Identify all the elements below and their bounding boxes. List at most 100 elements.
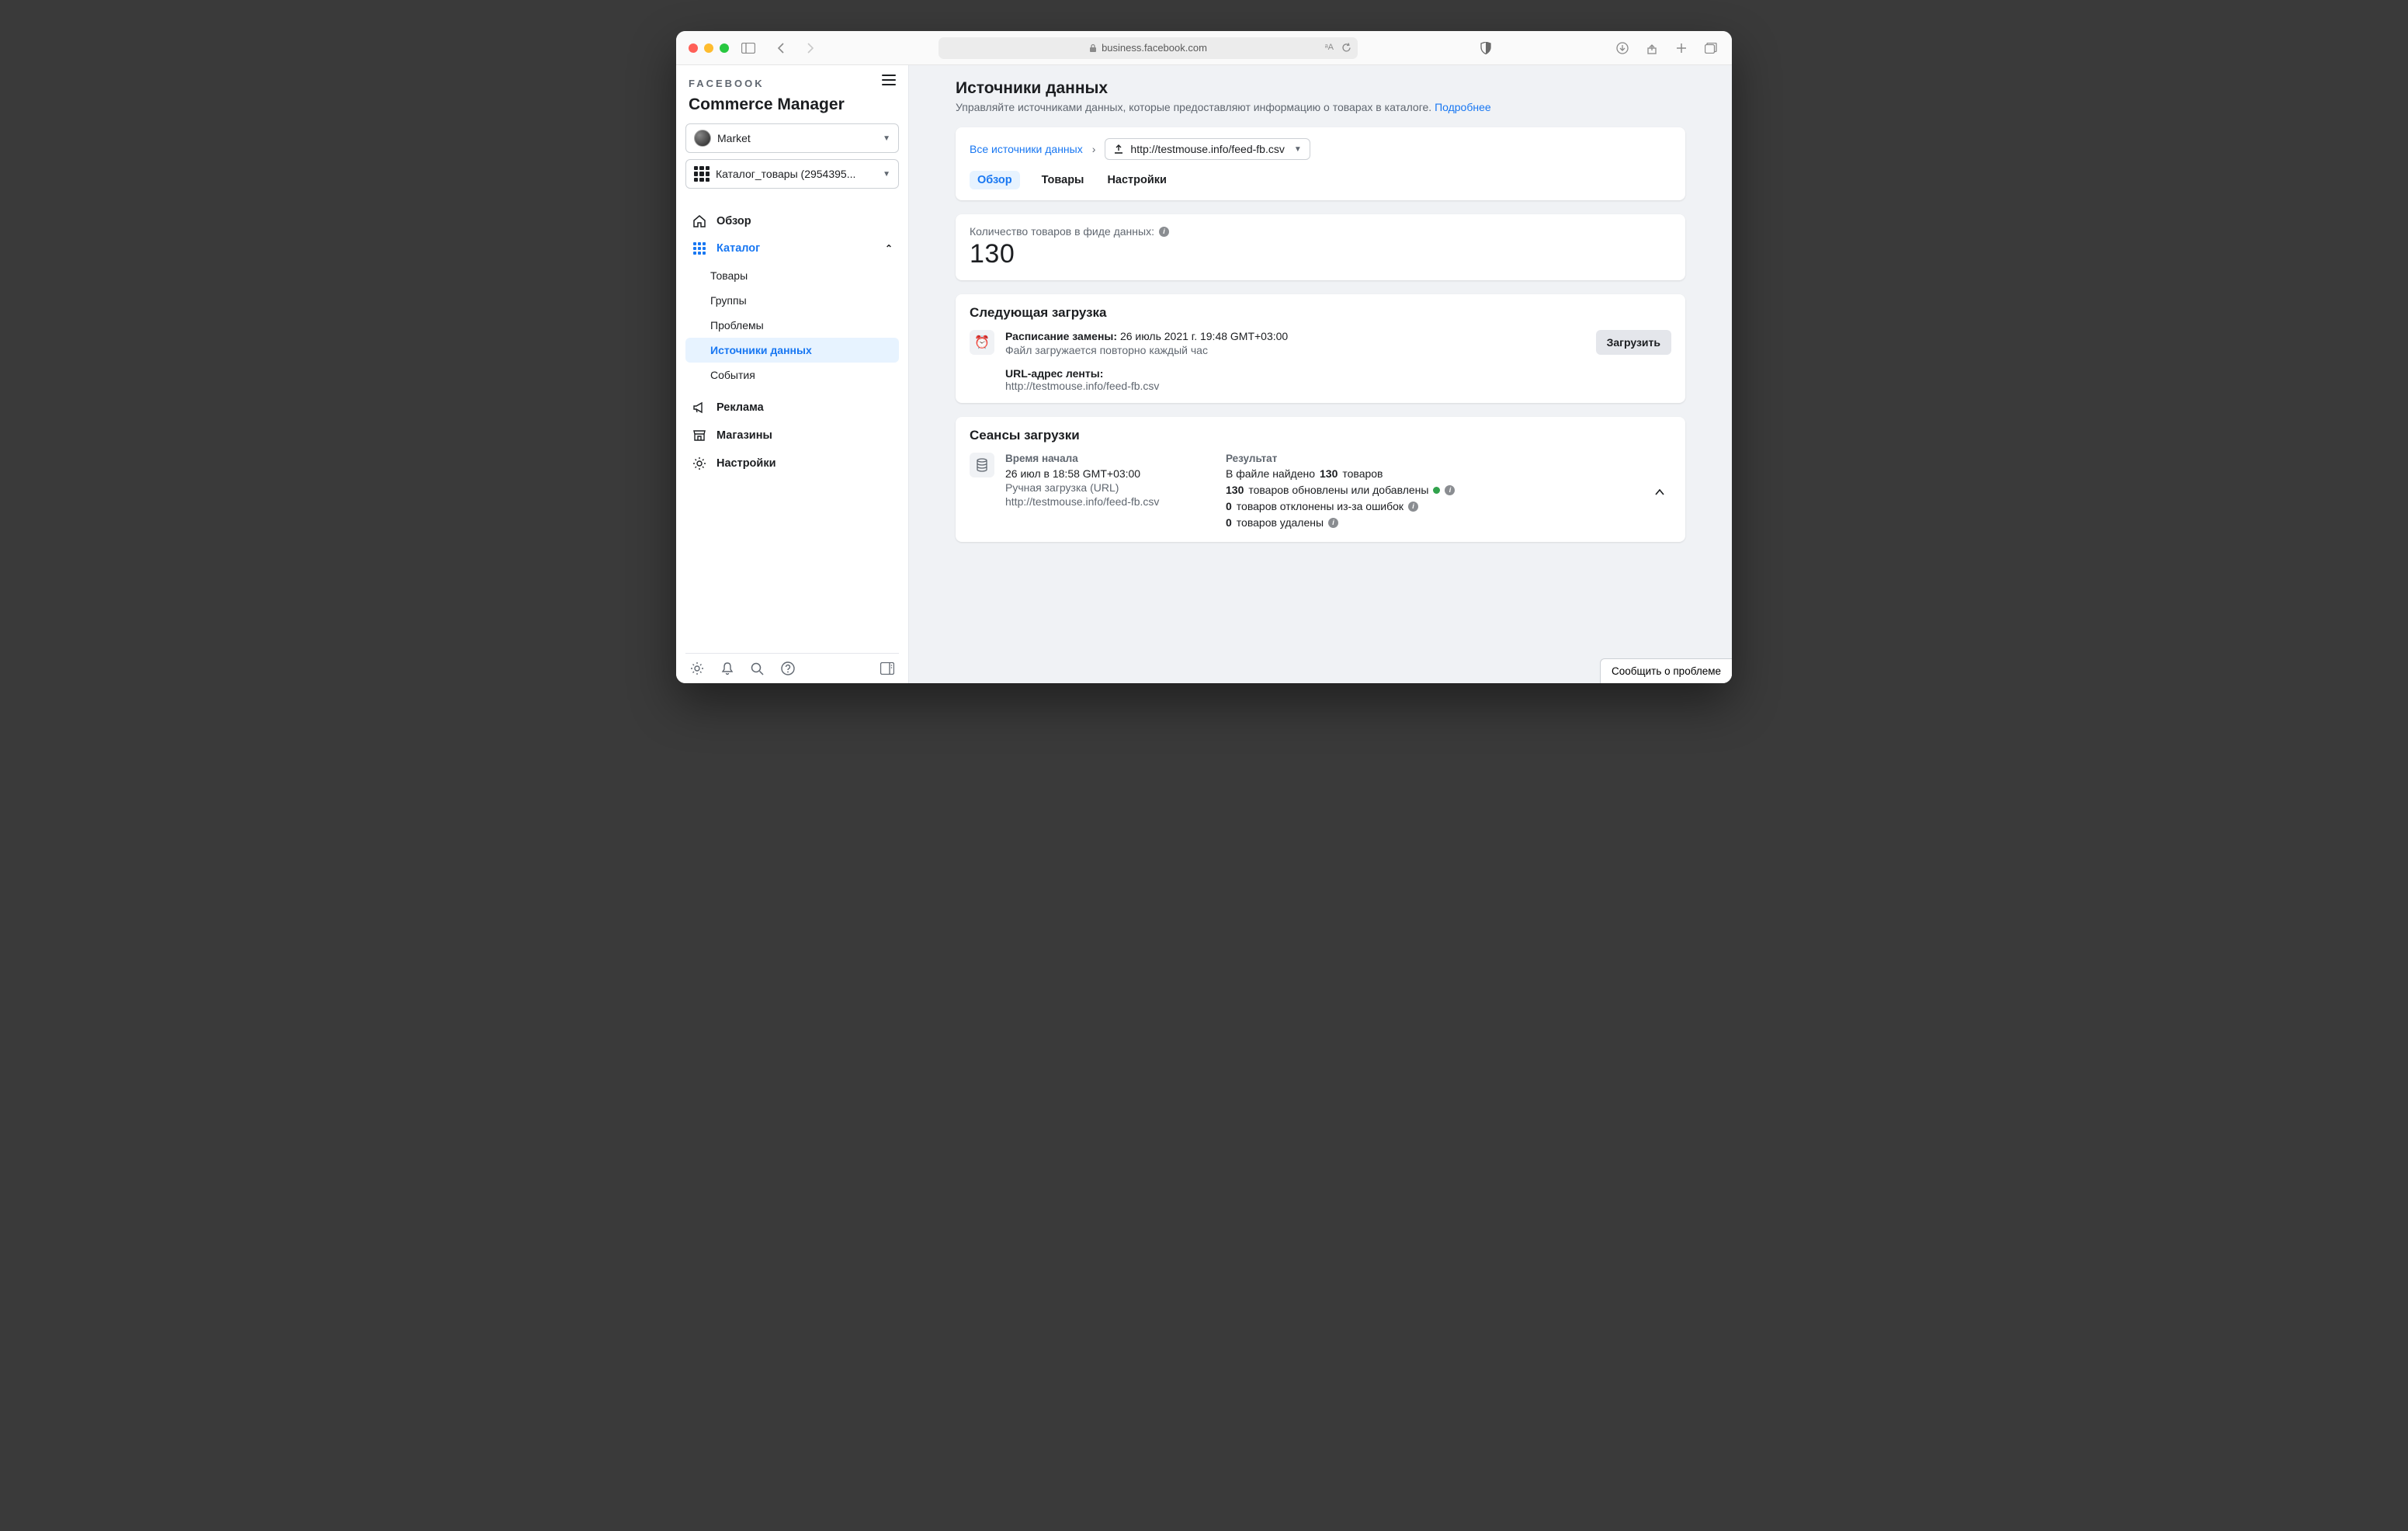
catalog-selector[interactable]: Каталог_товары (2954395... ▼ [685,159,899,189]
schedule-value: 26 июль 2021 г. 19:48 GMT+03:00 [1120,330,1288,342]
gear-icon [692,457,707,470]
grid-icon [692,242,707,255]
sidebar-toggle-icon[interactable] [740,40,757,57]
footer-panel-icon[interactable] [880,662,894,675]
chevron-right-icon: › [1092,143,1096,155]
tab-overview[interactable]: Обзор [970,171,1020,189]
sidebar-label: Настройки [717,457,776,470]
window-controls[interactable] [689,43,729,53]
menu-icon[interactable] [882,75,896,85]
share-icon[interactable] [1643,40,1660,57]
upload-icon [1113,144,1124,154]
nav-arrows [772,40,819,57]
learn-more-link[interactable]: Подробнее [1435,101,1491,113]
info-icon[interactable]: i [1328,518,1338,528]
sidebar-label: Обзор [717,215,751,227]
caret-down-icon: ▼ [883,170,890,179]
chevron-up-icon: ⌃ [885,243,893,254]
catalog-submenu: Товары Группы Проблемы Источники данных … [685,263,899,387]
lock-icon [1089,43,1097,53]
megaphone-icon [692,401,707,415]
new-tab-icon[interactable] [1673,40,1690,57]
breadcrumb-all-sources[interactable]: Все источники данных [970,143,1083,155]
metric-label: Количество товаров в фиде данных: i [970,225,1671,238]
result-rejected: 0 товаров отклонены из-за ошибок i [1226,500,1637,512]
upload-frequency: Файл загружается повторно каждый час [1005,344,1585,356]
tab-settings[interactable]: Настройки [1105,171,1168,189]
feed-url-value: http://testmouse.info/feed-fb.csv [1005,380,1585,392]
sidebar-label: Каталог [717,242,760,255]
business-selector[interactable]: Market ▼ [685,123,899,153]
downloads-icon[interactable] [1614,40,1631,57]
sidebar-item-shops[interactable]: Магазины [685,422,899,450]
sidebar-item-ads[interactable]: Реклама [685,394,899,422]
sidebar-item-products[interactable]: Товары [685,263,899,288]
next-upload-card: Следующая загрузка ⏰ Расписание замены: … [956,294,1685,403]
sessions-title: Сеансы загрузки [970,428,1671,443]
reload-icon[interactable] [1341,43,1351,53]
storefront-icon [692,429,707,443]
session-row: Время начала 26 июл в 18:58 GMT+03:00 Ру… [970,453,1671,531]
sidebar-item-overview[interactable]: Обзор [685,207,899,235]
session-url: http://testmouse.info/feed-fb.csv [1005,495,1161,508]
info-icon[interactable]: i [1445,485,1455,495]
app-body: FACEBOOK Commerce Manager Market ▼ Катал… [676,65,1732,683]
tab-products[interactable]: Товары [1040,171,1086,189]
close-window-icon[interactable] [689,43,698,53]
sidebar-item-data-sources[interactable]: Источники данных [685,338,899,363]
database-icon [970,453,994,477]
result-deleted: 0 товаров удалены i [1226,516,1637,529]
schedule-label: Расписание замены: [1005,330,1117,342]
feed-url-label: URL-адрес ленты: [1005,367,1585,380]
caret-down-icon: ▼ [1294,145,1302,154]
sidebar-item-settings[interactable]: Настройки [685,450,899,477]
sidebar: FACEBOOK Commerce Manager Market ▼ Катал… [676,65,909,683]
report-problem-button[interactable]: Сообщить о проблеме [1600,658,1732,683]
metric-card: Количество товаров в фиде данных: i 130 [956,214,1685,280]
feed-tabs: Обзор Товары Настройки [970,171,1671,189]
caret-down-icon: ▼ [883,134,890,143]
page-title: Источники данных [956,79,1685,98]
info-icon[interactable]: i [1408,502,1418,512]
feed-header-card: Все источники данных › http://testmouse.… [956,127,1685,200]
browser-chrome: business.facebook.com ᵃA [676,31,1732,65]
forward-button-icon[interactable] [802,40,819,57]
catalog-grid-icon [694,166,710,182]
sidebar-item-catalog[interactable]: Каталог ⌃ [685,235,899,262]
upload-button[interactable]: Загрузить [1596,330,1671,355]
translate-icon[interactable]: ᵃA [1325,43,1334,53]
info-icon[interactable]: i [1159,227,1169,237]
upload-sessions-card: Сеансы загрузки Время начала 26 июл в 18… [956,417,1685,542]
expand-chevron-icon[interactable] [1648,482,1671,502]
sidebar-nav: Обзор Каталог ⌃ Товары Группы Проблемы И… [685,207,899,477]
main-content: Источники данных Управляйте источниками … [909,65,1732,683]
next-upload-title: Следующая загрузка [970,305,1671,321]
minimize-window-icon[interactable] [704,43,713,53]
brand-label: FACEBOOK [689,78,896,89]
footer-bell-icon[interactable] [721,661,734,675]
session-method: Ручная загрузка (URL) [1005,481,1161,494]
sidebar-item-issues[interactable]: Проблемы [685,313,899,338]
footer-gear-icon[interactable] [690,661,704,675]
feed-selector[interactable]: http://testmouse.info/feed-fb.csv ▼ [1105,138,1310,160]
url-text: business.facebook.com [1102,42,1207,54]
metric-value: 130 [970,239,1671,269]
shield-icon[interactable] [1477,40,1494,57]
back-button-icon[interactable] [772,40,789,57]
sidebar-item-events[interactable]: События [685,363,899,387]
browser-window: business.facebook.com ᵃA [676,31,1732,683]
catalog-name: Каталог_товары (2954395... [716,168,855,180]
footer-help-icon[interactable] [781,661,795,675]
footer-search-icon[interactable] [751,662,764,675]
url-bar[interactable]: business.facebook.com ᵃA [939,37,1358,59]
sidebar-footer [685,653,899,683]
result-header: Результат [1226,453,1637,464]
sidebar-item-groups[interactable]: Группы [685,288,899,313]
page-subtitle: Управляйте источниками данных, которые п… [956,101,1685,113]
status-success-icon [1433,487,1440,494]
result-updated: 130 товаров обновлены или добавлены i [1226,484,1637,496]
business-name: Market [717,132,751,144]
tabs-overview-icon[interactable] [1702,40,1719,57]
maximize-window-icon[interactable] [720,43,729,53]
sidebar-label: Магазины [717,429,772,442]
